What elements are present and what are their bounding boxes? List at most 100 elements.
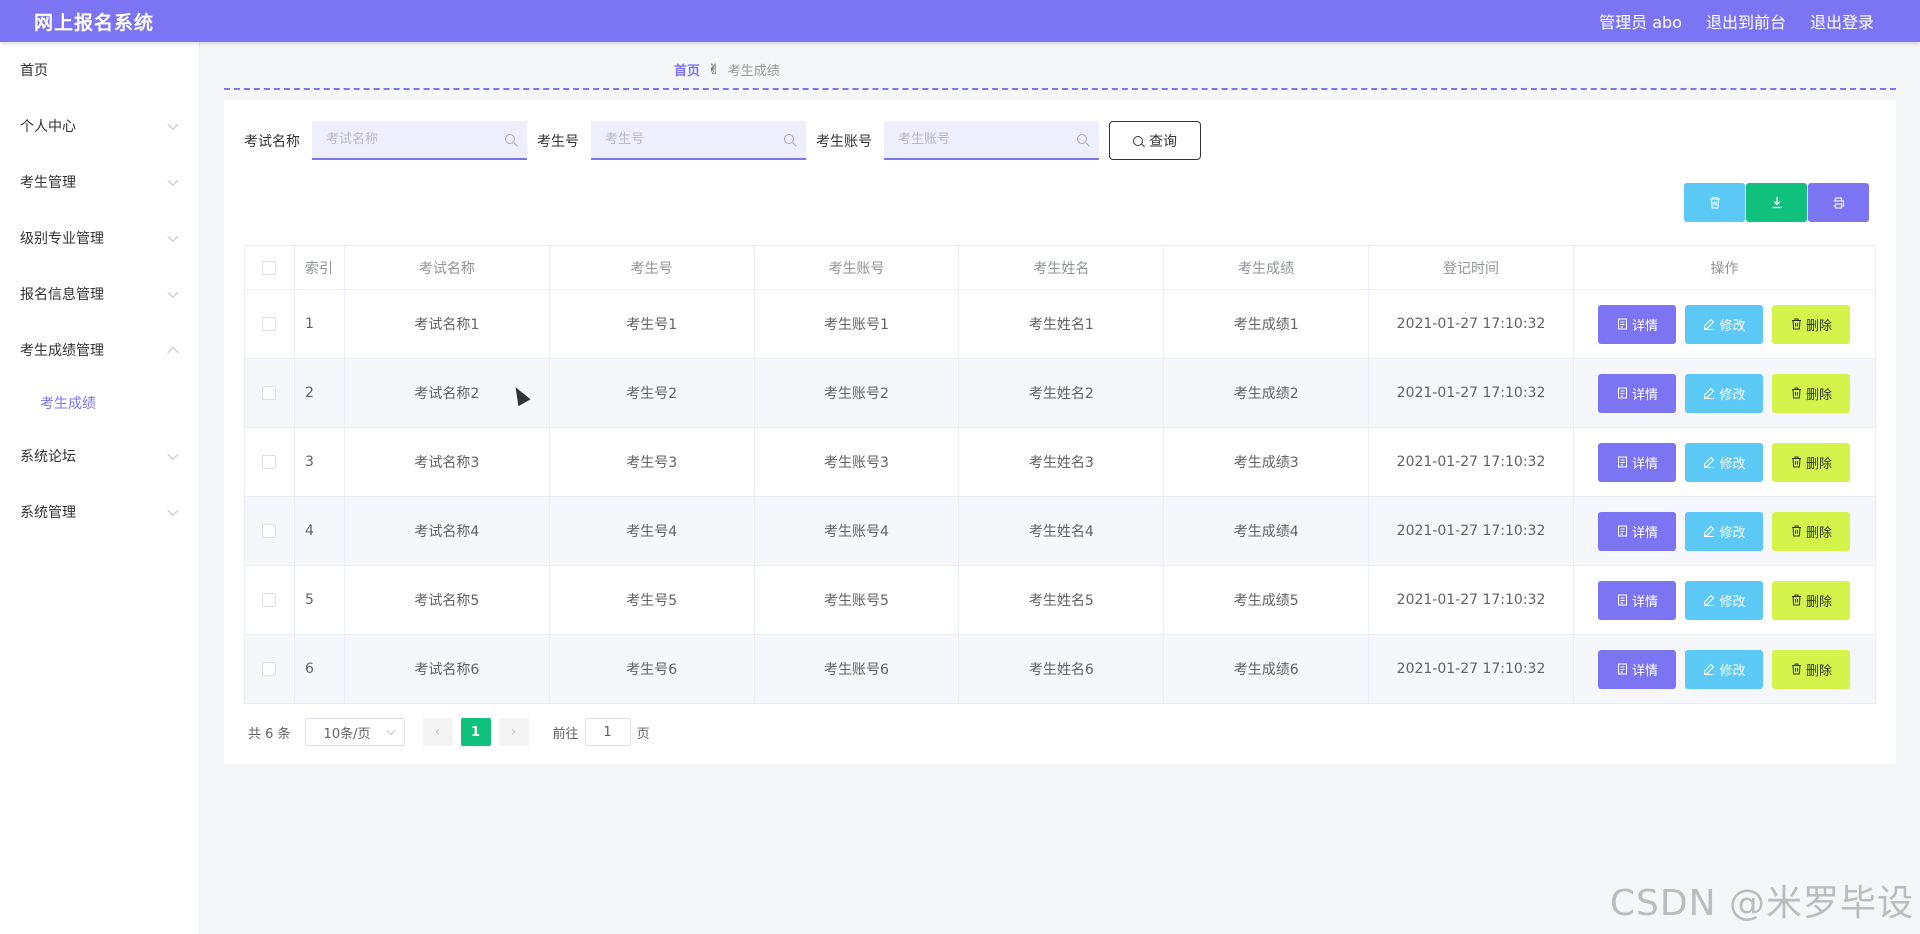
sidebar-item-label: 首页 [20, 63, 48, 79]
row-actions: 详情 修改 删除 [1572, 427, 1877, 497]
delete-button[interactable]: 删除 [1772, 304, 1851, 344]
table-row: 2 考试名称2 考生号2 考生账号2 考生姓名2 考生成绩2 2021-01-27 17:1… [244, 358, 1877, 428]
edit-label: 修改 [1719, 594, 1746, 610]
cell-account: 考生账号2 [753, 358, 960, 428]
goto-prefix: 前往 [552, 726, 579, 742]
cell-time: 2021-01-27 17:10:32 [1368, 358, 1574, 428]
sidebar-item-personal-center[interactable]: 个人中心 [0, 98, 199, 154]
detail-button[interactable]: 详情 [1598, 580, 1677, 620]
row-checkbox[interactable] [262, 524, 277, 538]
delete-label: 删除 [1805, 456, 1832, 472]
cell-account: 考生账号1 [753, 289, 960, 359]
goto-page-input[interactable] [584, 718, 631, 746]
row-checkbox[interactable] [262, 662, 277, 676]
row-select-cell [244, 358, 295, 428]
sidebar-subitem-student-scores[interactable]: 考生成绩 [0, 378, 199, 428]
edit-button[interactable]: 修改 [1685, 442, 1764, 482]
sidebar-item-forum[interactable]: 系统论坛 [0, 428, 199, 484]
detail-button[interactable]: 详情 [1598, 304, 1677, 344]
query-button[interactable]: 查询 [1109, 121, 1201, 160]
chevron-down-icon [167, 230, 179, 243]
detail-button[interactable]: 详情 [1598, 373, 1677, 413]
row-actions: 详情 修改 删除 [1572, 565, 1877, 635]
cell-account: 考生账号3 [753, 427, 960, 497]
export-button[interactable] [1746, 183, 1807, 222]
detail-button[interactable]: 详情 [1598, 649, 1677, 689]
sidebar-item-student-management[interactable]: 考生管理 [0, 154, 199, 210]
delete-button[interactable]: 删除 [1772, 649, 1851, 689]
sidebar-item-system-management[interactable]: 系统管理 [0, 484, 199, 540]
breadcrumb-home[interactable]: 首页 [674, 60, 700, 79]
cell-time: 2021-01-27 17:10:32 [1368, 427, 1574, 497]
delete-label: 删除 [1805, 663, 1832, 679]
edit-icon [1704, 525, 1715, 537]
detail-label: 详情 [1631, 318, 1658, 334]
cell-name: 考生姓名3 [958, 427, 1165, 497]
row-select-cell [244, 496, 295, 566]
row-index: 5 [293, 565, 345, 635]
column-header: 考生账号 [753, 245, 960, 290]
sidebar-item-registration-management[interactable]: 报名信息管理 [0, 266, 199, 322]
row-checkbox[interactable] [262, 593, 277, 607]
exam-name-input[interactable] [312, 121, 527, 158]
delete-button[interactable]: 删除 [1772, 373, 1851, 413]
chevron-up-icon [167, 346, 179, 359]
table-row: 5 考试名称5 考生号5 考生账号5 考生姓名5 考生成绩5 2021-01-27 17:1… [244, 565, 1877, 635]
cell-time: 2021-01-27 17:10:32 [1368, 565, 1574, 635]
batch-delete-button[interactable] [1684, 183, 1745, 222]
trash-icon [1791, 594, 1801, 606]
page-size-value: 10条/页 [323, 726, 371, 742]
edit-button[interactable]: 修改 [1685, 649, 1764, 689]
select-all-cell [244, 245, 295, 290]
trash-icon [1791, 318, 1801, 330]
prev-page-button[interactable]: ‹ [422, 718, 453, 746]
column-header: 考试名称 [343, 245, 550, 290]
document-icon [1617, 525, 1627, 537]
row-checkbox[interactable] [262, 317, 277, 331]
detail-button[interactable]: 详情 [1598, 442, 1677, 482]
delete-label: 删除 [1805, 318, 1832, 334]
select-all-checkbox[interactable] [262, 260, 277, 275]
exit-to-front-link[interactable]: 退出到前台 [1706, 9, 1786, 33]
page-size-select[interactable]: 10条/页 [304, 718, 405, 746]
total-count: 共 6 条 [248, 726, 291, 742]
page-number-button[interactable]: 1 [460, 718, 491, 746]
row-checkbox[interactable] [262, 455, 277, 469]
exam-no-input[interactable] [591, 121, 806, 158]
detail-button[interactable]: 详情 [1598, 511, 1677, 551]
detail-label: 详情 [1631, 387, 1658, 403]
account-input[interactable] [884, 121, 1099, 158]
delete-button[interactable]: 删除 [1772, 511, 1851, 551]
trash-icon [1791, 663, 1801, 675]
print-button[interactable] [1808, 183, 1869, 222]
column-header: 索引 [293, 245, 345, 290]
edit-button[interactable]: 修改 [1685, 511, 1764, 551]
next-page-button[interactable]: › [498, 718, 529, 746]
search-icon [784, 134, 794, 144]
cell-name: 考生姓名6 [958, 634, 1165, 704]
row-select-cell [244, 634, 295, 704]
main-card: 考试名称 考生号 考生账号 查询 [224, 100, 1896, 764]
table-header-row: 索引 考试名称 考生号 考生账号 考生姓名 考生成绩 登记时间 操作 [244, 245, 1877, 290]
column-header: 登记时间 [1368, 245, 1574, 290]
sidebar-item-score-management[interactable]: 考生成绩管理 [0, 322, 199, 378]
exam-no-field [591, 121, 806, 160]
logout-link[interactable]: 退出登录 [1810, 9, 1874, 33]
edit-button[interactable]: 修改 [1685, 304, 1764, 344]
delete-button[interactable]: 删除 [1772, 442, 1851, 482]
sidebar-item-home[interactable]: 首页 [0, 42, 199, 98]
row-select-cell [244, 289, 295, 359]
sidebar-item-level-major-management[interactable]: 级别专业管理 [0, 210, 199, 266]
row-actions: 详情 修改 删除 [1572, 496, 1877, 566]
edit-button[interactable]: 修改 [1685, 580, 1764, 620]
cell-time: 2021-01-27 17:10:32 [1368, 289, 1574, 359]
goto-page: 前往 页 [553, 718, 650, 746]
edit-button[interactable]: 修改 [1685, 373, 1764, 413]
row-checkbox[interactable] [262, 386, 277, 400]
delete-button[interactable]: 删除 [1772, 580, 1851, 620]
pagination: 共 6 条 10条/页 ‹ 1 › 前往 页 [248, 718, 650, 746]
cell-no: 考生号2 [548, 358, 755, 428]
edit-label: 修改 [1719, 663, 1746, 679]
breadcrumb-divider [224, 88, 1896, 90]
delete-label: 删除 [1805, 525, 1832, 541]
